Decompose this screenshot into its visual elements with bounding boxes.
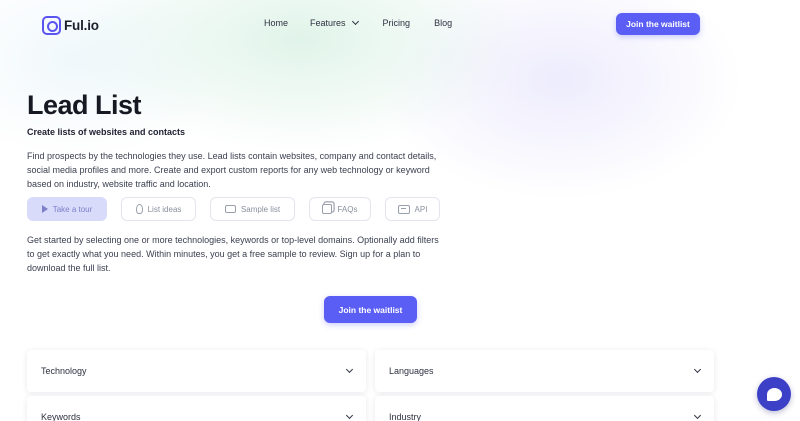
api-button[interactable]: API: [385, 197, 440, 221]
faq-icon: [322, 204, 333, 214]
brand-logo[interactable]: Ful.io: [42, 14, 99, 36]
take-a-tour-label: Take a tour: [52, 204, 93, 214]
chevron-down-icon: [345, 411, 354, 419]
brand-name: Ful.io: [64, 17, 99, 33]
filter-label: Technology: [41, 366, 87, 376]
nav-link-blog[interactable]: Blog: [434, 18, 452, 28]
api-label: API: [414, 204, 428, 214]
sample-list-button[interactable]: Sample list: [210, 197, 295, 221]
lightbulb-icon: [135, 204, 143, 214]
instructions-text: Get started by selecting one or more tec…: [27, 235, 439, 273]
faqs-label: FAQs: [337, 204, 358, 214]
list-ideas-label: List ideas: [147, 204, 182, 214]
api-icon: [397, 204, 410, 214]
nav-links: Home Features Pricing Blog: [264, 17, 452, 28]
list-ideas-button[interactable]: List ideas: [121, 197, 196, 221]
chevron-down-icon: [693, 411, 702, 419]
nav-link-features[interactable]: Features: [310, 17, 359, 28]
join-waitlist-button[interactable]: Join the waitlist: [324, 296, 417, 323]
chevron-down-icon: [693, 365, 702, 373]
take-a-tour-button[interactable]: Take a tour: [27, 197, 107, 221]
join-waitlist-button-header[interactable]: Join the waitlist: [616, 13, 700, 35]
filter-label: Industry: [389, 412, 422, 421]
filter-languages[interactable]: Languages: [375, 350, 714, 392]
filter-keywords[interactable]: Keywords: [27, 396, 366, 421]
folder-icon: [224, 205, 236, 213]
page-description: Find prospects by the technologies they …: [27, 151, 437, 189]
filter-industry[interactable]: Industry: [375, 396, 714, 421]
page-title: Lead List: [27, 90, 142, 120]
nav-link-home[interactable]: Home: [264, 18, 288, 28]
chat-widget-button[interactable]: [757, 377, 791, 411]
top-navigation: Ful.io Home Features Pricing Blog Join t…: [0, 0, 800, 48]
chevron-down-icon: [351, 17, 359, 26]
logo-icon: [42, 15, 61, 35]
filter-label: Languages: [389, 366, 434, 376]
nav-link-features-label: Features: [310, 18, 346, 28]
filter-technology[interactable]: Technology: [27, 350, 366, 392]
faqs-button[interactable]: FAQs: [309, 197, 371, 221]
quick-links: Take a tour List ideas Sample list FAQs …: [27, 197, 440, 221]
chevron-down-icon: [345, 365, 354, 373]
sample-list-label: Sample list: [240, 204, 281, 214]
play-icon: [41, 205, 48, 213]
chat-icon: [766, 387, 782, 401]
nav-link-pricing[interactable]: Pricing: [383, 18, 411, 28]
filter-label: Keywords: [41, 412, 81, 421]
page-subtitle: Create lists of websites and contacts: [27, 127, 186, 137]
